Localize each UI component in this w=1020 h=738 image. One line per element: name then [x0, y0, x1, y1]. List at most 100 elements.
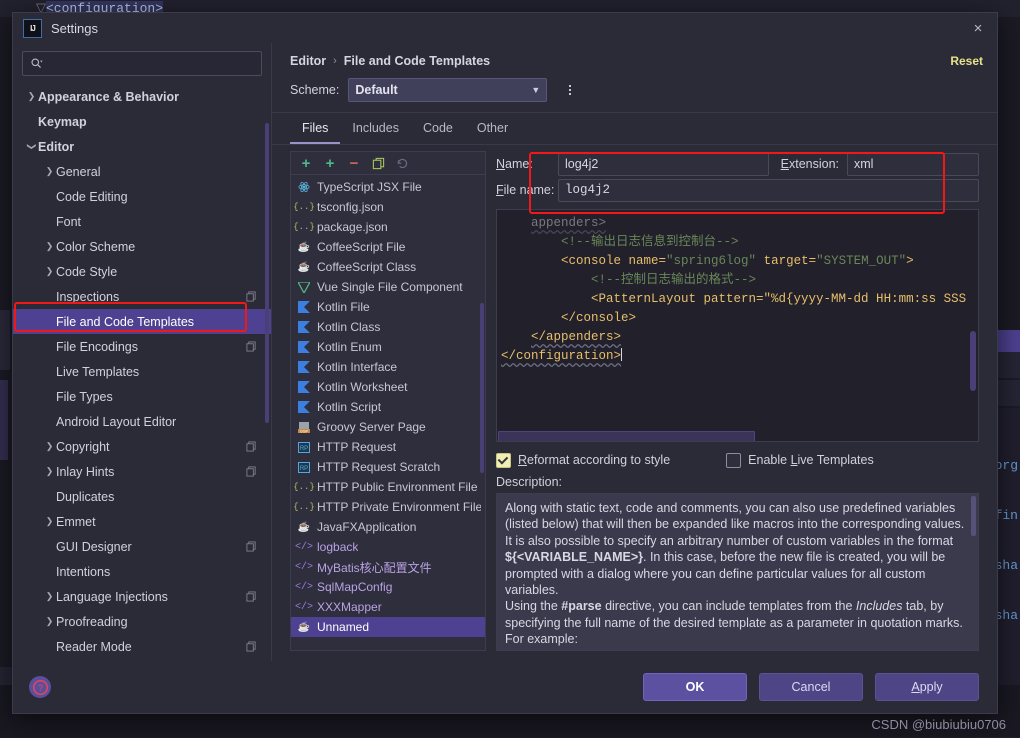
sidebar-item-language-injections[interactable]: ❯ Language Injections	[13, 584, 271, 609]
sidebar-item-label: File Types	[56, 389, 113, 404]
template-list-item[interactable]: {..} HTTP Public Environment File	[291, 477, 485, 497]
ok-button[interactable]: OK	[643, 673, 747, 701]
sidebar-item-live-templates[interactable]: Live Templates	[13, 359, 271, 384]
sidebar-item-editor[interactable]: ❯ Editor	[13, 134, 271, 159]
chevron-right-icon[interactable]: ❯	[43, 241, 56, 252]
filename-input[interactable]: log4j2	[558, 178, 979, 202]
remove-template-button[interactable]: −	[347, 156, 361, 171]
sidebar-item-inspections[interactable]: Inspections	[13, 284, 271, 309]
breadcrumb-root[interactable]: Editor	[290, 54, 326, 68]
template-list-item[interactable]: GSP Groovy Server Page	[291, 417, 485, 437]
sidebar-item-appearance-behavior[interactable]: ❯ Appearance & Behavior	[13, 84, 271, 109]
add-child-button[interactable]: +	[323, 156, 337, 171]
chevron-right-icon[interactable]: ❯	[25, 91, 38, 102]
scheme-select[interactable]: Default ▼	[348, 78, 548, 102]
code-vertical-scroll-thumb[interactable]	[970, 331, 976, 391]
templates-toolbar[interactable]: + + −	[290, 151, 486, 174]
template-list-item[interactable]: ☕ CoffeeScript Class	[291, 257, 485, 277]
description-box[interactable]: Along with static text, code and comment…	[496, 493, 979, 651]
template-list-item[interactable]: </> SqlMapConfig	[291, 577, 485, 597]
sidebar-item-file-and-code-templates[interactable]: File and Code Templates	[13, 309, 271, 334]
extension-input[interactable]: xml	[847, 152, 979, 176]
live-templates-checkbox[interactable]	[726, 452, 742, 468]
template-code-editor[interactable]: appenders> <!--输出日志信息到控制台--> <console na…	[496, 209, 979, 442]
sidebar-item-inlay-hints[interactable]: ❯ Inlay Hints	[13, 459, 271, 484]
apply-button[interactable]: Apply	[875, 673, 979, 701]
logo-text: IJ	[30, 23, 36, 33]
sidebar-item-copyright[interactable]: ❯ Copyright	[13, 434, 271, 459]
templates-list[interactable]: TypeScript JSX File {..} tsconfig.json {..}…	[290, 174, 486, 651]
tab-code[interactable]: Code	[411, 113, 465, 144]
sidebar-item-gui-designer[interactable]: GUI Designer	[13, 534, 271, 559]
sidebar-item-proofreading[interactable]: ❯ Proofreading	[13, 609, 271, 634]
sidebar-item-intentions[interactable]: Intentions	[13, 559, 271, 584]
template-list-item[interactable]: Kotlin File	[291, 297, 485, 317]
sidebar-item-file-types[interactable]: File Types	[13, 384, 271, 409]
template-list-item[interactable]: TypeScript JSX File	[291, 177, 485, 197]
template-list-item[interactable]: Kotlin Interface	[291, 357, 485, 377]
close-glyph: ×	[973, 19, 983, 37]
tab-other[interactable]: Other	[465, 113, 520, 144]
chevron-right-icon[interactable]: ❯	[43, 166, 56, 177]
code-horizontal-scrollbar[interactable]	[498, 431, 962, 441]
sidebar-item-code-style[interactable]: ❯ Code Style	[13, 259, 271, 284]
template-list-item[interactable]: ☕ Unnamed	[291, 617, 485, 637]
chevron-right-icon[interactable]: ❯	[43, 516, 56, 527]
settings-tree[interactable]: ❯ Appearance & Behavior Keymap ❯ Editor ❯ Gene…	[13, 82, 271, 661]
copy-template-button[interactable]	[371, 156, 385, 170]
cancel-button[interactable]: Cancel	[759, 673, 863, 701]
sidebar-scrollbar[interactable]	[265, 123, 269, 423]
chevron-down-icon[interactable]: ❯	[26, 140, 37, 153]
template-list-item[interactable]: Kotlin Class	[291, 317, 485, 337]
tab-strip[interactable]: Files Includes Code Other	[272, 113, 997, 144]
tab-includes[interactable]: Includes	[340, 113, 411, 144]
template-list-item[interactable]: ☕ JavaFXApplication	[291, 517, 485, 537]
reset-template-button[interactable]	[395, 156, 409, 170]
code-horizontal-scroll-thumb[interactable]	[498, 431, 756, 441]
description-scrollbar[interactable]	[971, 496, 976, 536]
sidebar-item-font[interactable]: Font	[13, 209, 271, 234]
project-scope-icon	[246, 591, 256, 602]
template-list-item[interactable]: </> MyBatis核心配置文件	[291, 557, 485, 577]
chevron-right-icon[interactable]: ❯	[43, 466, 56, 477]
scheme-actions-kebab-icon[interactable]	[561, 80, 579, 100]
code-vertical-scrollbar[interactable]	[968, 211, 977, 440]
template-list-item[interactable]: Kotlin Script	[291, 397, 485, 417]
templates-list-scrollbar[interactable]	[480, 303, 484, 473]
sidebar-item-duplicates[interactable]: Duplicates	[13, 484, 271, 509]
sidebar-item-general[interactable]: ❯ General	[13, 159, 271, 184]
search-box[interactable]	[22, 51, 262, 76]
template-list-item[interactable]: </> XXXMapper	[291, 597, 485, 617]
chevron-right-icon[interactable]: ❯	[43, 441, 56, 452]
reset-link[interactable]: Reset	[950, 54, 983, 68]
sidebar-item-keymap[interactable]: Keymap	[13, 109, 271, 134]
template-list-item[interactable]: {..} HTTP Private Environment File	[291, 497, 485, 517]
chevron-right-icon[interactable]: ❯	[43, 266, 56, 277]
template-list-item[interactable]: {..} tsconfig.json	[291, 197, 485, 217]
add-template-button[interactable]: +	[299, 156, 313, 171]
sidebar-item-reader-mode[interactable]: Reader Mode	[13, 634, 271, 659]
tab-files[interactable]: Files	[290, 113, 341, 144]
name-input[interactable]: log4j2	[558, 152, 769, 176]
template-list-item[interactable]: {..} package.json	[291, 217, 485, 237]
chevron-right-icon[interactable]: ❯	[43, 616, 56, 627]
sidebar-item-code-editing[interactable]: Code Editing	[13, 184, 271, 209]
chevron-right-icon[interactable]: ❯	[43, 591, 56, 602]
template-list-item[interactable]: Kotlin Enum	[291, 337, 485, 357]
search-input[interactable]	[48, 55, 254, 72]
close-icon[interactable]: ×	[965, 16, 991, 40]
template-list-item[interactable]: Kotlin Worksheet	[291, 377, 485, 397]
template-list-item[interactable]: RP HTTP Request Scratch	[291, 457, 485, 477]
template-list-item[interactable]: Vue Single File Component	[291, 277, 485, 297]
template-list-item[interactable]: ☕ CoffeeScript File	[291, 237, 485, 257]
reformat-checkbox[interactable]	[496, 452, 511, 468]
breadcrumb-leaf: File and Code Templates	[343, 54, 491, 68]
template-list-item[interactable]: </> logback	[291, 537, 485, 557]
sidebar-item-file-encodings[interactable]: File Encodings	[13, 334, 271, 359]
sidebar-item-android-layout-editor[interactable]: Android Layout Editor	[13, 409, 271, 434]
help-icon[interactable]: ?	[29, 676, 51, 698]
sidebar-item-color-scheme[interactable]: ❯ Color Scheme	[13, 234, 271, 259]
sidebar-item-emmet[interactable]: ❯ Emmet	[13, 509, 271, 534]
template-list-item[interactable]: RP HTTP Request	[291, 437, 485, 457]
revert-icon	[397, 158, 407, 168]
